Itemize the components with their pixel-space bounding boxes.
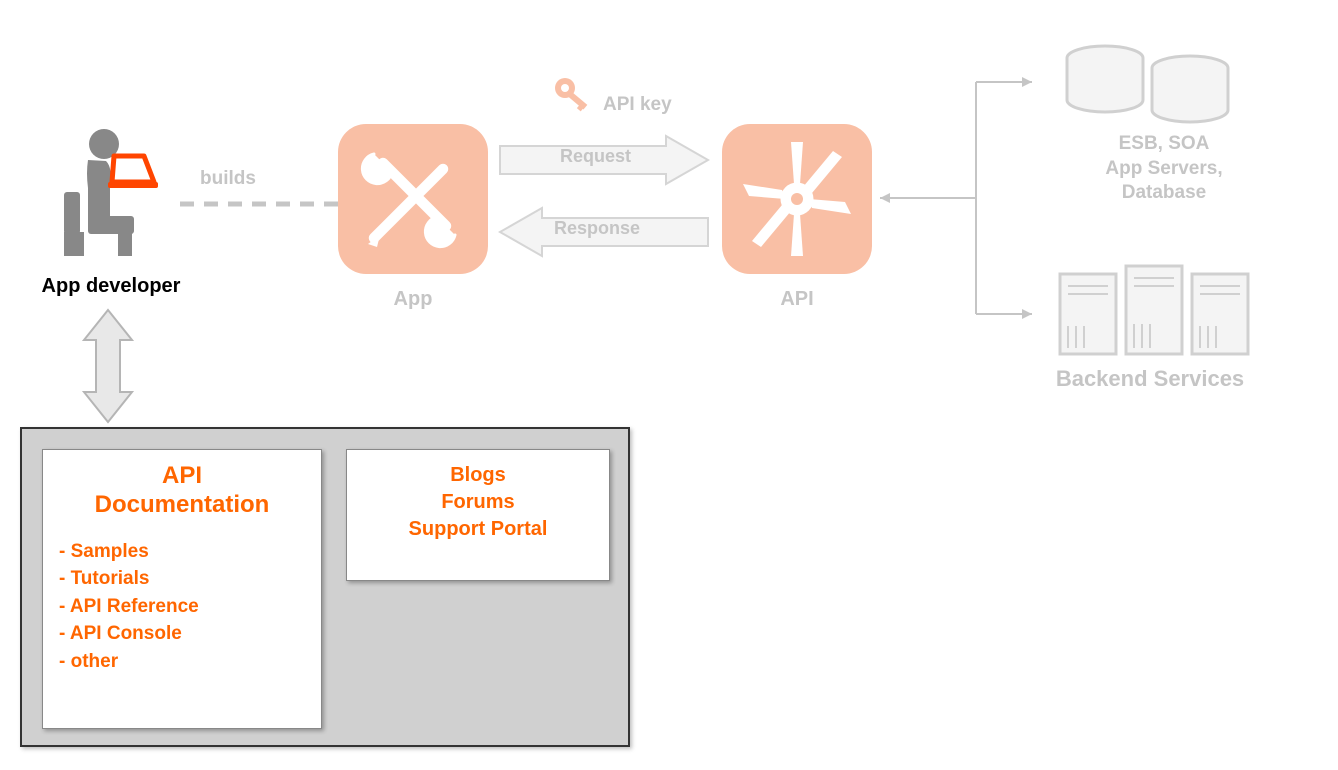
documentation-container: APIDocumentation - Samples - Tutorials -… (20, 427, 630, 747)
api-doc-list: - Samples - Tutorials - API Reference - … (59, 538, 305, 676)
api-doc-title: APIDocumentation (59, 462, 305, 520)
developer-icon (58, 128, 178, 258)
key-icon (550, 70, 600, 120)
builds-connector (180, 192, 340, 216)
backend-db-label: ESB, SOA App Servers, Database (1064, 132, 1264, 206)
api-key-label: API key (603, 94, 672, 116)
response-label: Response (554, 218, 640, 239)
builds-label: builds (200, 168, 256, 190)
servers-icon (1050, 256, 1270, 366)
developer-docs-arrow (78, 306, 138, 426)
api-icon (722, 124, 872, 274)
backend-connector (876, 60, 1046, 340)
api-documentation-box: APIDocumentation - Samples - Tutorials -… (42, 449, 322, 729)
app-icon (338, 124, 488, 274)
community-box: Blogs Forums Support Portal (346, 449, 610, 581)
app-label: App (338, 288, 488, 311)
database-icon (1050, 30, 1270, 130)
community-list: Blogs Forums Support Portal (363, 462, 593, 543)
request-label: Request (560, 146, 631, 167)
backend-services-label: Backend Services (1020, 366, 1280, 392)
developer-label: App developer (26, 275, 196, 298)
api-label: API (722, 288, 872, 311)
